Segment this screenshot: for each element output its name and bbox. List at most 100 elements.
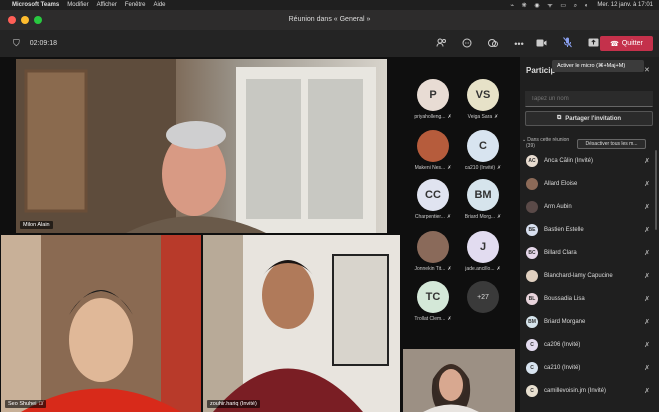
- avatar: TC: [417, 281, 449, 313]
- roster-name: Charpentier...: [414, 214, 445, 220]
- status-icons[interactable]: ⌁ ❋ ◉ ᯤ ▭ ⌕ ◐: [510, 1, 591, 10]
- video-tile-bottom-left[interactable]: Seo Shuhei 🎙̸: [1, 235, 201, 412]
- participant-search-input[interactable]: [525, 91, 653, 107]
- avatar-initials: C: [530, 342, 534, 348]
- close-icon[interactable]: ✕: [644, 66, 650, 74]
- participant-roster-grid: P priyaholleng... ✗ VS Veiga Sara ✗ Makeni…: [402, 57, 520, 347]
- unmute-tooltip: Activer le micro (⌘+Maj+M): [552, 60, 644, 72]
- avatar: [417, 130, 449, 162]
- participant-row[interactable]: C camillevoisin.jm (Invité) ✗: [526, 384, 652, 398]
- participant-row[interactable]: Blanchard-lamy Capucine ✗: [526, 269, 652, 283]
- roster-name: priyaholleng...: [414, 114, 446, 120]
- panel-title: Particip: [526, 66, 556, 75]
- share-invite-button[interactable]: ⧉ Partager l'invitation: [525, 111, 653, 126]
- mic-muted-icon: 🎙̸: [38, 401, 43, 407]
- avatar-initials: BM: [474, 189, 492, 201]
- avatar-initials: J: [479, 241, 487, 253]
- camera-icon[interactable]: [534, 39, 548, 49]
- avatar: BL: [526, 293, 538, 305]
- mic-muted-icon: ✗: [497, 214, 502, 220]
- app-name[interactable]: Microsoft Teams: [12, 2, 59, 8]
- mute-all-button[interactable]: Désactiver tous les m...: [577, 139, 646, 149]
- roster-item[interactable]: P priyaholleng... ✗: [408, 79, 458, 120]
- avatar-initials: C: [530, 388, 534, 394]
- participant-row[interactable]: C ca210 (Invité) ✗: [526, 361, 652, 375]
- avatar: P: [417, 79, 449, 111]
- video-tile-main[interactable]: Milon Alain: [16, 59, 387, 233]
- participant-name: Allard Eloise: [544, 181, 578, 187]
- mic-muted-icon[interactable]: [560, 37, 574, 50]
- roster-item[interactable]: VS Veiga Sara ✗: [458, 79, 508, 120]
- avatar-initials: BE: [528, 227, 536, 233]
- window-titlebar: Réunion dans « General »: [0, 10, 659, 30]
- roster-item[interactable]: CC Charpentier... ✗: [408, 179, 458, 220]
- participant-row[interactable]: AC Anca Călin (Invité) ✗: [526, 154, 652, 168]
- avatar-initials: BL: [528, 296, 536, 302]
- menu-afficher[interactable]: Afficher: [97, 2, 117, 8]
- roster-item[interactable]: Makeni Nes... ✗: [408, 130, 458, 171]
- avatar: [526, 178, 538, 190]
- roster-name: Makeni Nes...: [414, 165, 446, 171]
- more-participants-button[interactable]: +27: [458, 281, 508, 313]
- avatar: C: [526, 362, 538, 374]
- roster-name: Jonnekin Tit...: [414, 266, 446, 272]
- menu-fenetre[interactable]: Fenêtre: [125, 2, 146, 8]
- mic-muted-icon: ✗: [644, 388, 650, 395]
- roster-name: Veiga Sara: [467, 114, 493, 120]
- participant-name: Seo Shuhei: [8, 401, 37, 407]
- roster-item[interactable]: C ca210 (Invité) ✗: [458, 130, 508, 171]
- menu-modifier[interactable]: Modifier: [67, 2, 88, 8]
- in-meeting-section-label[interactable]: ⌄Dans cette réunion (39): [522, 137, 571, 149]
- participant-name: Bastien Estelle: [544, 227, 584, 233]
- more-options-icon[interactable]: •••: [512, 39, 526, 49]
- participant-row[interactable]: BL Boussadia Lisa ✗: [526, 292, 652, 306]
- avatar: BE: [526, 224, 538, 236]
- more-count: +27: [477, 293, 489, 301]
- leave-button[interactable]: ☎ Quitter: [600, 36, 653, 51]
- participant-name: Boussadia Lisa: [544, 296, 585, 302]
- mic-muted-icon: ✗: [644, 250, 650, 257]
- mic-muted-icon: ✗: [644, 342, 650, 349]
- participant-name: Briard Morgane: [544, 319, 586, 325]
- roster-item[interactable]: BM Briard Morg... ✗: [458, 179, 508, 220]
- participant-row[interactable]: BM Briard Morgane ✗: [526, 315, 652, 329]
- participant-row[interactable]: BE Bastien Estelle ✗: [526, 223, 652, 237]
- chat-icon[interactable]: [460, 38, 474, 50]
- roster-name: Briard Morg...: [464, 214, 496, 220]
- avatar-initials: P: [429, 89, 437, 101]
- roster-name: jade.ancillo...: [465, 266, 495, 272]
- self-view-tile[interactable]: [403, 349, 515, 412]
- menubar-datetime[interactable]: Mer. 12 janv. à 17:01: [597, 2, 653, 8]
- meeting-timer: 02:09:18: [29, 40, 58, 47]
- maximize-window-button[interactable]: [34, 16, 42, 24]
- avatar: BM: [467, 179, 499, 211]
- menu-aide[interactable]: Aide: [154, 2, 166, 8]
- participant-name: Arm Aubin: [544, 204, 572, 210]
- leave-label: Quitter: [621, 40, 643, 47]
- reactions-icon[interactable]: [486, 38, 500, 50]
- video-tile-bottom-right[interactable]: zouhir.hariq (Invité): [203, 235, 400, 412]
- roster-name: ca210 (Invité): [464, 165, 496, 171]
- avatar-initials: BC: [528, 250, 536, 256]
- roster-item[interactable]: Jonnekin Tit... ✗: [408, 231, 458, 272]
- participant-name: Blanchard-lamy Capucine: [544, 273, 613, 279]
- participant-row[interactable]: BC Billard Clara ✗: [526, 246, 652, 260]
- close-window-button[interactable]: [8, 16, 16, 24]
- mic-muted-icon: ✗: [447, 316, 452, 322]
- participant-name: ca210 (Invité): [544, 365, 581, 371]
- share-screen-icon[interactable]: [586, 38, 600, 49]
- participant-row[interactable]: Arm Aubin ✗: [526, 200, 652, 214]
- avatar: VS: [467, 79, 499, 111]
- avatar: BM: [526, 316, 538, 328]
- avatar-initials: C: [479, 140, 487, 152]
- roster-item[interactable]: TC Trollat Clem... ✗: [408, 281, 458, 322]
- participants-icon[interactable]: [434, 38, 448, 49]
- avatar-initials: VS: [475, 89, 491, 101]
- roster-item[interactable]: J jade.ancillo... ✗: [458, 231, 508, 272]
- avatar-initials: BM: [528, 319, 536, 325]
- panel-scrollbar[interactable]: [655, 150, 657, 230]
- participant-row[interactable]: Allard Eloise ✗: [526, 177, 652, 191]
- minimize-window-button[interactable]: [21, 16, 29, 24]
- avatar: [417, 231, 449, 263]
- participant-row[interactable]: C ca206 (Invité) ✗: [526, 338, 652, 352]
